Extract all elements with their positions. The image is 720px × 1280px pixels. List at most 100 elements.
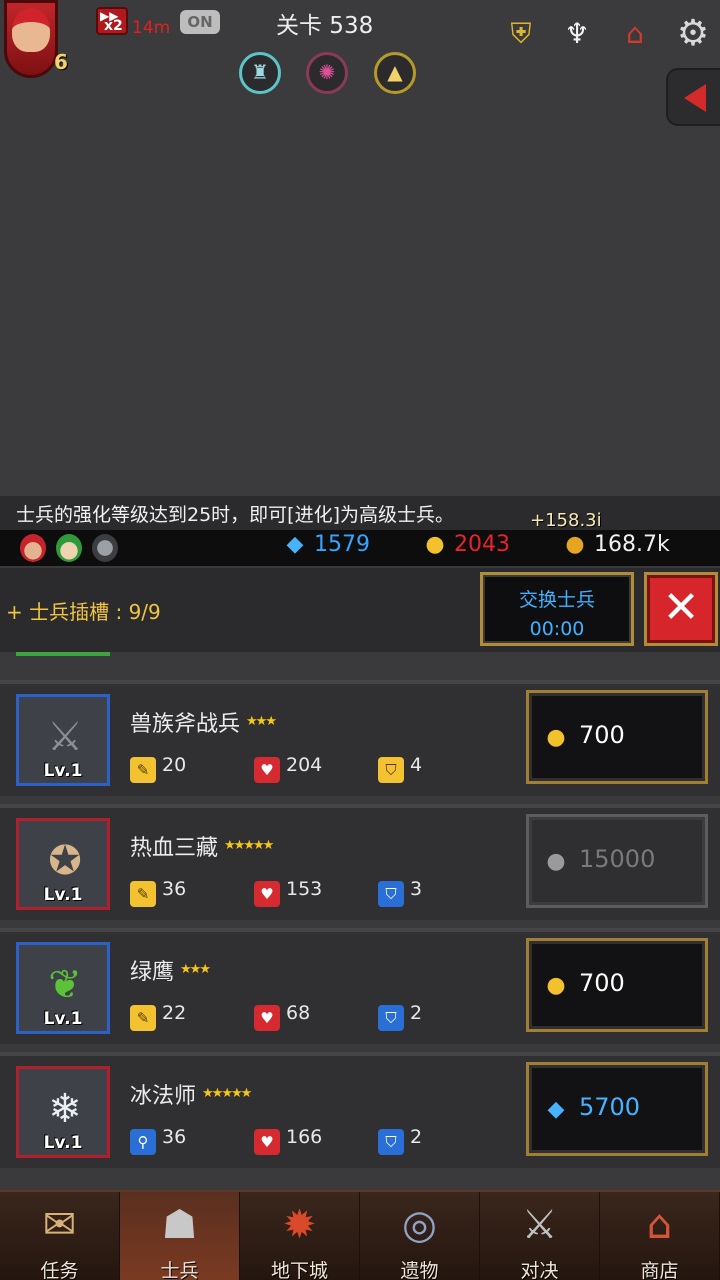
nav-tab[interactable]: ✉ 任务 xyxy=(0,1192,120,1280)
heart-icon: ♥ xyxy=(254,1129,280,1155)
shield-icon: ⛉ xyxy=(378,1129,404,1155)
soldier-sprite-icon: ✪ xyxy=(48,838,82,884)
crossed-swords-icon: ⚔ xyxy=(521,1202,558,1248)
hp-value: 153 xyxy=(286,878,323,900)
shield-icon: ⛉ xyxy=(378,881,404,907)
bottom-nav: ✉ 任务 ☗ 士兵 ✹ 地下城 ◎ 遗物 ⚔ 对决 ⌂ 商店 xyxy=(0,1190,720,1280)
auto-toggle[interactable]: ON xyxy=(180,10,220,34)
previous-row-level-bar xyxy=(16,652,110,656)
buy-soldier-button[interactable]: ● 700 xyxy=(526,938,708,1032)
knight-mini-icon[interactable] xyxy=(92,534,118,562)
cost-value: 5700 xyxy=(579,1093,641,1121)
cost-value: 700 xyxy=(579,721,625,749)
hp-stat: ♥ 166 xyxy=(254,1126,322,1155)
soldier-name-text: 绿鹰 xyxy=(130,960,175,985)
soldier-row[interactable]: ❦ Lv.1 绿鹰 ★★★ ✎ 22 ♥ 68 ⛉ 2 ● 700 xyxy=(0,928,720,1044)
sword-icon: ✎ xyxy=(130,1005,156,1031)
soldier-portrait[interactable]: ❄ Lv.1 xyxy=(16,1066,110,1158)
arrow-left-icon xyxy=(684,84,706,112)
buff-skill-icon-3[interactable]: ▲ xyxy=(374,52,416,94)
medal-counter: ● 2043 xyxy=(422,532,510,557)
attack-stat: ✎ 20 xyxy=(130,754,186,783)
soldier-row[interactable]: ✪ Lv.1 热血三藏 ★★★★★ ✎ 36 ♥ 153 ⛉ 3 ● 15000 xyxy=(0,804,720,920)
attack-value: 36 xyxy=(162,1126,187,1148)
gold-counter: ● 168.7k xyxy=(562,532,670,557)
shield-icon: ⛉ xyxy=(378,1005,404,1031)
player-avatar[interactable]: 6 xyxy=(4,0,82,80)
gold-coin-icon: ● xyxy=(565,532,585,557)
soldier-row[interactable]: ❄ Lv.1 冰法师 ★★★★★ ⚲ 36 ♥ 166 ⛉ 2 ◆ 5700 xyxy=(0,1052,720,1168)
soldier-portrait[interactable]: ⚔ Lv.1 xyxy=(16,694,110,786)
nav-tab[interactable]: ☗ 士兵 xyxy=(120,1192,240,1280)
nav-tab-label: 任务 xyxy=(40,1260,79,1280)
buy-soldier-button[interactable]: ● 15000 xyxy=(526,814,708,908)
attack-value: 36 xyxy=(162,878,187,900)
soldier-portrait[interactable]: ✪ Lv.1 xyxy=(16,818,110,910)
heart-icon: ♥ xyxy=(254,1005,280,1031)
gear-icon[interactable]: ⚙ xyxy=(671,12,715,56)
wand-icon: ⚲ xyxy=(130,1129,156,1155)
buff-skill-icon-2[interactable]: ✺ xyxy=(306,52,348,94)
gold-value: 168.7k xyxy=(594,532,670,557)
attack-value: 22 xyxy=(162,1002,187,1024)
heart-icon: ♥ xyxy=(254,881,280,907)
soldier-portrait[interactable]: ❦ Lv.1 xyxy=(16,942,110,1034)
hp-value: 166 xyxy=(286,1126,323,1148)
soldier-level: Lv.1 xyxy=(43,761,83,781)
nav-tab-label: 对决 xyxy=(520,1260,559,1280)
swap-soldier-timer: 00:00 xyxy=(529,618,585,640)
hp-stat: ♥ 204 xyxy=(254,754,322,783)
speed-boost-button[interactable]: ▶▶ x2 xyxy=(96,7,128,35)
guild-banner-icon[interactable]: ⛨ xyxy=(499,12,543,56)
close-button[interactable]: ✕ xyxy=(644,572,718,646)
diamond-icon: ◆ xyxy=(286,532,304,557)
sword-icon: ✎ xyxy=(130,757,156,783)
soldier-sprite-icon: ❄ xyxy=(48,1086,82,1132)
buy-soldier-button[interactable]: ● 700 xyxy=(526,690,708,784)
gem-value: 1579 xyxy=(314,532,370,557)
soldier-name: 兽族斧战兵 ★★★ xyxy=(130,706,277,738)
nav-tab-label: 地下城 xyxy=(270,1260,328,1280)
soldier-level: Lv.1 xyxy=(43,885,83,905)
close-icon: ✕ xyxy=(662,582,700,633)
nav-tab[interactable]: ◎ 遗物 xyxy=(360,1192,480,1280)
shield-icon: ⛉ xyxy=(378,757,404,783)
soldier-slot-count[interactable]: + 士兵插槽 : 9/9 xyxy=(6,596,161,625)
swap-soldier-button[interactable]: 交换士兵 00:00 xyxy=(480,572,634,646)
mailbox-icon[interactable]: ⌂ xyxy=(613,12,657,56)
hp-stat: ♥ 153 xyxy=(254,878,322,907)
soldier-row[interactable]: ⚔ Lv.1 兽族斧战兵 ★★★ ✎ 20 ♥ 204 ⛉ 4 ● 700 xyxy=(0,680,720,796)
soldier-sprite-icon: ❦ xyxy=(48,962,82,1008)
defense-value: 2 xyxy=(410,1002,423,1024)
attack-stat: ✎ 22 xyxy=(130,1002,186,1031)
side-panel-toggle[interactable] xyxy=(666,68,720,126)
player-level: 6 xyxy=(54,50,68,74)
soldier-name: 绿鹰 ★★★ xyxy=(130,954,211,986)
attack-stat: ✎ 36 xyxy=(130,878,186,907)
hp-value: 204 xyxy=(286,754,323,776)
star-rating-icon: ★★★ xyxy=(180,962,211,977)
tip-bar: 士兵的强化等级达到25时，即可[进化]为高级士兵。 xyxy=(0,496,720,532)
relic-icon: ◎ xyxy=(402,1202,437,1248)
helmet-icon: ☗ xyxy=(161,1202,198,1248)
hero-face-icon xyxy=(12,8,50,52)
attack-stat: ⚲ 36 xyxy=(130,1126,186,1155)
medal-icon: ● xyxy=(546,725,566,750)
buff-skill-icon-1[interactable]: ♜ xyxy=(239,52,281,94)
nav-tab[interactable]: ⚔ 对决 xyxy=(480,1192,600,1280)
slot-header: + 士兵插槽 : 9/9 交换士兵 00:00 ✕ xyxy=(0,568,720,652)
soldier-name-text: 冰法师 xyxy=(130,1084,197,1109)
cost-value: 15000 xyxy=(579,845,656,873)
currency-bar: ◆ 1579 ● 2043 ● 168.7k xyxy=(0,530,720,566)
nav-tab[interactable]: ✹ 地下城 xyxy=(240,1192,360,1280)
sword-icon: ✎ xyxy=(130,881,156,907)
elf-mini-icon[interactable] xyxy=(56,534,82,562)
buy-soldier-button[interactable]: ◆ 5700 xyxy=(526,1062,708,1156)
soldier-sprite-icon: ⚔ xyxy=(47,714,83,760)
hero-mini-icon[interactable] xyxy=(20,534,46,562)
nav-tab[interactable]: ⌂ 商店 xyxy=(600,1192,720,1280)
stage-title: 关卡 538 xyxy=(276,13,374,39)
game-hud: 6 ▶▶ x2 14m ON 关卡 538 ♜ ✺ ▲ ⛨ ♆ ⌂ ⚙ xyxy=(0,0,720,500)
soldier-panel: + 士兵插槽 : 9/9 交换士兵 00:00 ✕ ⚔ Lv.1 兽族斧战兵 ★★… xyxy=(0,568,720,1188)
angel-icon[interactable]: ♆ xyxy=(555,12,599,56)
